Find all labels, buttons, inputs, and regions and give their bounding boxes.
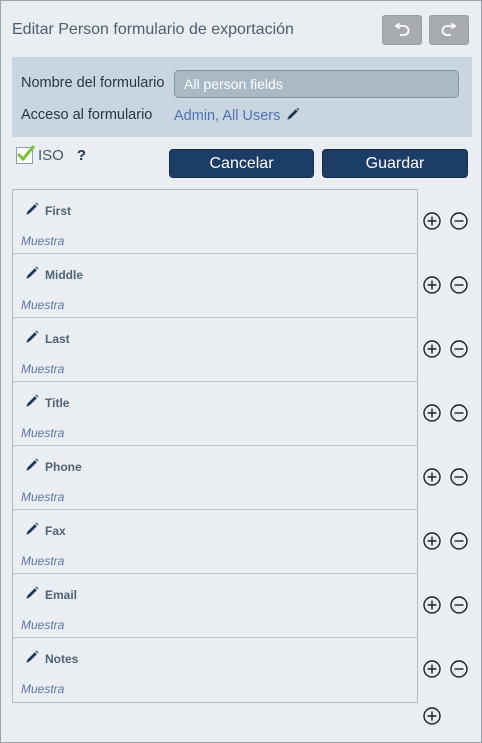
add-field-button[interactable]	[423, 212, 441, 230]
field-name[interactable]: Last	[25, 330, 70, 347]
iso-checkbox[interactable]	[16, 145, 36, 164]
remove-field-button[interactable]	[450, 468, 468, 486]
row-controls	[423, 660, 468, 678]
add-field-button[interactable]	[423, 276, 441, 294]
field-list: First Muestra Middle Muestra Last Muestr…	[12, 189, 418, 703]
form-name-label: Nombre del formulario	[21, 75, 165, 91]
field-name-label: First	[45, 203, 72, 218]
pencil-icon[interactable]	[25, 266, 39, 283]
pencil-icon[interactable]	[25, 650, 39, 667]
remove-field-button[interactable]	[450, 660, 468, 678]
undo-button[interactable]	[382, 15, 422, 45]
row-controls	[423, 468, 468, 486]
pencil-icon[interactable]	[25, 522, 39, 539]
add-field-button[interactable]	[423, 532, 441, 550]
add-field-end-button[interactable]	[423, 707, 441, 725]
field-sample: Muestra	[21, 618, 65, 632]
remove-field-button[interactable]	[450, 340, 468, 358]
redo-icon	[440, 23, 458, 37]
redo-button[interactable]	[429, 15, 469, 45]
add-field-button[interactable]	[423, 596, 441, 614]
field-row: Middle Muestra	[13, 254, 417, 318]
pencil-icon[interactable]	[25, 394, 39, 411]
pencil-icon[interactable]	[25, 330, 39, 347]
iso-label: ISO	[38, 147, 64, 164]
row-controls	[423, 340, 468, 358]
form-access-value: Admin, All Users	[174, 108, 281, 124]
field-name-label: Title	[45, 395, 70, 410]
undo-icon	[393, 23, 411, 37]
field-sample: Muestra	[21, 490, 65, 504]
field-name-label: Phone	[45, 459, 82, 474]
field-name[interactable]: Middle	[25, 266, 83, 283]
field-name[interactable]: Email	[25, 586, 77, 603]
field-sample: Muestra	[21, 554, 65, 568]
row-controls	[423, 212, 468, 230]
field-sample: Muestra	[21, 426, 65, 440]
form-name-input[interactable]	[174, 70, 459, 98]
field-row: Fax Muestra	[13, 510, 417, 574]
remove-field-button[interactable]	[450, 532, 468, 550]
row-controls	[423, 404, 468, 422]
field-name[interactable]: Phone	[25, 458, 82, 475]
remove-field-button[interactable]	[450, 276, 468, 294]
field-row: Email Muestra	[13, 574, 417, 638]
add-field-button[interactable]	[423, 404, 441, 422]
pencil-icon[interactable]	[25, 202, 39, 219]
field-sample: Muestra	[21, 234, 65, 248]
field-name[interactable]: Title	[25, 394, 69, 411]
field-row: Notes Muestra	[13, 638, 417, 702]
field-name-label: Notes	[45, 651, 79, 666]
field-sample: Muestra	[21, 298, 65, 312]
add-field-button[interactable]	[423, 660, 441, 678]
field-name-label: Email	[45, 587, 78, 602]
checkmark-icon	[16, 145, 36, 162]
field-name[interactable]: First	[25, 202, 71, 219]
field-name-label: Fax	[45, 523, 66, 538]
field-name[interactable]: Fax	[25, 522, 66, 539]
field-row: Phone Muestra	[13, 446, 417, 510]
field-sample: Muestra	[21, 682, 65, 696]
add-field-button[interactable]	[423, 340, 441, 358]
panel-title: Editar Person formulario de exportación	[12, 21, 294, 38]
export-form-panel: Editar Person formulario de exportación …	[0, 0, 482, 743]
iso-option: ISO ?	[16, 145, 86, 164]
field-row: Title Muestra	[13, 382, 417, 446]
row-controls	[423, 532, 468, 550]
field-name-label: Last	[45, 331, 70, 346]
form-access-label: Acceso al formulario	[21, 107, 153, 123]
field-row: Last Muestra	[13, 318, 417, 382]
field-row: First Muestra	[13, 190, 417, 254]
field-name[interactable]: Notes	[25, 650, 78, 667]
pencil-icon[interactable]	[25, 586, 39, 603]
form-settings-box: Nombre del formulario Acceso al formular…	[12, 57, 472, 137]
cancel-button[interactable]: Cancelar	[169, 149, 314, 178]
pencil-icon[interactable]	[25, 458, 39, 475]
remove-field-button[interactable]	[450, 596, 468, 614]
remove-field-button[interactable]	[450, 404, 468, 422]
remove-field-button[interactable]	[450, 212, 468, 230]
add-field-button[interactable]	[423, 468, 441, 486]
row-controls	[423, 596, 468, 614]
field-name-label: Middle	[45, 267, 83, 282]
pencil-icon	[286, 107, 300, 125]
form-access-link[interactable]: Admin, All Users	[174, 107, 300, 125]
save-button[interactable]: Guardar	[322, 149, 468, 178]
help-icon[interactable]: ?	[77, 147, 86, 164]
row-controls	[423, 276, 468, 294]
field-sample: Muestra	[21, 362, 65, 376]
